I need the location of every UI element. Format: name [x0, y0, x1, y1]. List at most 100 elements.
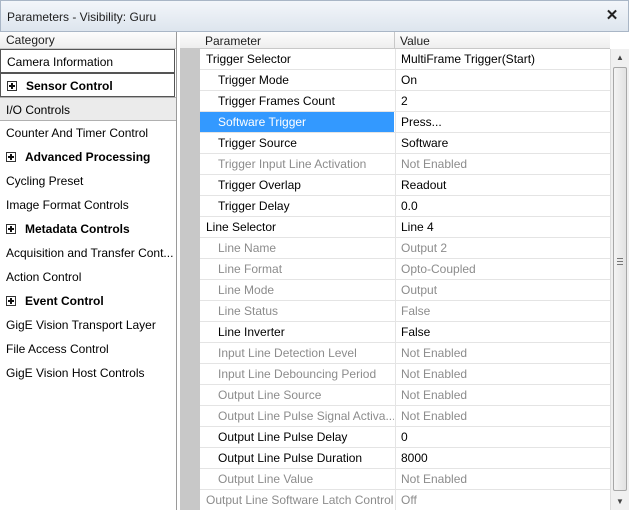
parameter-value[interactable]: Press...	[395, 112, 610, 132]
column-divider[interactable]	[394, 32, 395, 49]
parameter-row[interactable]: Output Line Value Not Enabled	[200, 469, 610, 490]
category-list: Camera Information Sensor Control I/O Cont…	[0, 49, 176, 385]
parameter-row[interactable]: Line Format Opto-Coupled	[200, 259, 610, 280]
parameter-row[interactable]: Trigger Selector MultiFrame Trigger(Start…	[200, 49, 610, 70]
parameter-row[interactable]: Trigger Frames Count 2	[200, 91, 610, 112]
category-item[interactable]: Image Format Controls	[0, 193, 176, 217]
parameter-value[interactable]: Readout	[395, 175, 610, 195]
expand-plus-icon[interactable]	[6, 152, 16, 162]
parameter-name[interactable]: Line Status	[200, 301, 394, 321]
category-item[interactable]: Camera Information	[0, 49, 175, 73]
parameter-value: Not Enabled	[395, 469, 610, 489]
category-item[interactable]: Action Control	[0, 265, 176, 289]
parameter-row[interactable]: Line Status False	[200, 301, 610, 322]
parameter-name[interactable]: Line Name	[200, 238, 394, 258]
parameter-name[interactable]: Trigger Mode	[200, 70, 394, 90]
parameter-row[interactable]: Output Line Pulse Signal Activa... Not En…	[200, 406, 610, 427]
parameter-value[interactable]: 2	[395, 91, 610, 111]
grid-header: Parameter Value	[180, 32, 610, 49]
parameter-name[interactable]: Output Line Value	[200, 469, 394, 489]
parameter-row[interactable]: Output Line Pulse Delay 0	[200, 427, 610, 448]
parameter-value[interactable]: MultiFrame Trigger(Start)	[395, 49, 610, 69]
parameter-value: Output	[395, 280, 610, 300]
vertical-scrollbar[interactable]: ▲ ▼	[610, 49, 629, 510]
scroll-thumb[interactable]	[613, 67, 627, 491]
category-item[interactable]: File Access Control	[0, 337, 176, 361]
expand-plus-icon[interactable]	[6, 224, 16, 234]
category-label: GigE Vision Transport Layer	[6, 318, 156, 332]
parameter-name[interactable]: Trigger Delay	[200, 196, 394, 216]
category-item[interactable]: Sensor Control	[0, 73, 175, 97]
parameter-value[interactable]: 0	[395, 427, 610, 447]
parameter-row[interactable]: Output Line Source Not Enabled	[200, 385, 610, 406]
parameter-name[interactable]: Output Line Source	[200, 385, 394, 405]
parameter-row[interactable]: Line Mode Output	[200, 280, 610, 301]
category-label: Acquisition and Transfer Cont...	[6, 246, 174, 260]
value-column-header[interactable]: Value	[400, 34, 430, 48]
parameter-grid: Parameter Value Trigger Selector MultiFra…	[180, 32, 610, 510]
parameter-column-header[interactable]: Parameter	[205, 34, 261, 48]
parameter-name[interactable]: Output Line Pulse Signal Activa...	[200, 406, 394, 426]
parameter-row[interactable]: Output Line Pulse Duration 8000	[200, 448, 610, 469]
parameter-name[interactable]: Trigger Source	[200, 133, 394, 153]
parameter-name[interactable]: Trigger Overlap	[200, 175, 394, 195]
category-label: File Access Control	[6, 342, 109, 356]
expand-plus-icon[interactable]	[7, 81, 17, 91]
parameter-name[interactable]: Output Line Pulse Delay	[200, 427, 394, 447]
parameter-value: Not Enabled	[395, 364, 610, 384]
parameter-row[interactable]: Line Inverter False	[200, 322, 610, 343]
parameter-name[interactable]: Line Mode	[200, 280, 394, 300]
grid-gutter	[180, 49, 200, 510]
close-icon[interactable]: ✕	[604, 8, 620, 24]
parameter-row[interactable]: Input Line Debouncing Period Not Enabled	[200, 364, 610, 385]
category-item[interactable]: GigE Vision Transport Layer	[0, 313, 176, 337]
category-label: Sensor Control	[26, 79, 113, 93]
parameter-value[interactable]: Software	[395, 133, 610, 153]
scroll-up-icon[interactable]: ▲	[611, 49, 629, 66]
parameter-row[interactable]: Trigger Input Line Activation Not Enabled	[200, 154, 610, 175]
parameter-row[interactable]: Software Trigger Press...	[200, 112, 610, 133]
category-item[interactable]: Acquisition and Transfer Cont...	[0, 241, 176, 265]
parameter-row[interactable]: Trigger Source Software	[200, 133, 610, 154]
category-item[interactable]: GigE Vision Host Controls	[0, 361, 176, 385]
category-label: Camera Information	[7, 55, 114, 69]
category-label: Counter And Timer Control	[6, 126, 149, 140]
category-item[interactable]: Event Control	[0, 289, 176, 313]
parameter-name[interactable]: Trigger Selector	[200, 49, 394, 69]
parameter-rows: Trigger Selector MultiFrame Trigger(Start…	[200, 49, 610, 510]
parameter-name[interactable]: Input Line Detection Level	[200, 343, 394, 363]
scroll-down-icon[interactable]: ▼	[611, 493, 629, 510]
parameter-name[interactable]: Trigger Input Line Activation	[200, 154, 394, 174]
parameter-name[interactable]: Line Inverter	[200, 322, 394, 342]
parameter-name[interactable]: Trigger Frames Count	[200, 91, 394, 111]
category-item[interactable]: Cycling Preset	[0, 169, 176, 193]
parameter-value[interactable]: False	[395, 322, 610, 342]
parameter-value[interactable]: On	[395, 70, 610, 90]
parameter-row[interactable]: Line Name Output 2	[200, 238, 610, 259]
category-item[interactable]: Counter And Timer Control	[0, 121, 176, 145]
parameter-row[interactable]: Trigger Mode On	[200, 70, 610, 91]
parameter-value: Opto-Coupled	[395, 259, 610, 279]
parameter-value: Output 2	[395, 238, 610, 258]
parameter-row[interactable]: Output Line Software Latch Control Off	[200, 490, 610, 510]
expand-plus-icon[interactable]	[6, 296, 16, 306]
category-label: Image Format Controls	[6, 198, 129, 212]
parameter-row[interactable]: Trigger Delay 0.0	[200, 196, 610, 217]
parameter-name[interactable]: Software Trigger	[200, 112, 394, 132]
parameter-name[interactable]: Line Format	[200, 259, 394, 279]
parameter-row[interactable]: Trigger Overlap Readout	[200, 175, 610, 196]
category-label: Event Control	[25, 294, 104, 308]
parameter-row[interactable]: Input Line Detection Level Not Enabled	[200, 343, 610, 364]
category-panel: Category Camera Information Sensor Contro…	[0, 32, 177, 510]
parameter-name[interactable]: Output Line Software Latch Control	[200, 490, 394, 510]
parameter-row[interactable]: Line Selector Line 4	[200, 217, 610, 238]
category-item[interactable]: Advanced Processing	[0, 145, 176, 169]
parameter-name[interactable]: Input Line Debouncing Period	[200, 364, 394, 384]
parameter-value[interactable]: Line 4	[395, 217, 610, 237]
parameter-value[interactable]: 8000	[395, 448, 610, 468]
category-item[interactable]: I/O Controls	[0, 97, 176, 121]
parameter-name[interactable]: Line Selector	[200, 217, 394, 237]
category-item[interactable]: Metadata Controls	[0, 217, 176, 241]
parameter-value[interactable]: 0.0	[395, 196, 610, 216]
parameter-name[interactable]: Output Line Pulse Duration	[200, 448, 394, 468]
